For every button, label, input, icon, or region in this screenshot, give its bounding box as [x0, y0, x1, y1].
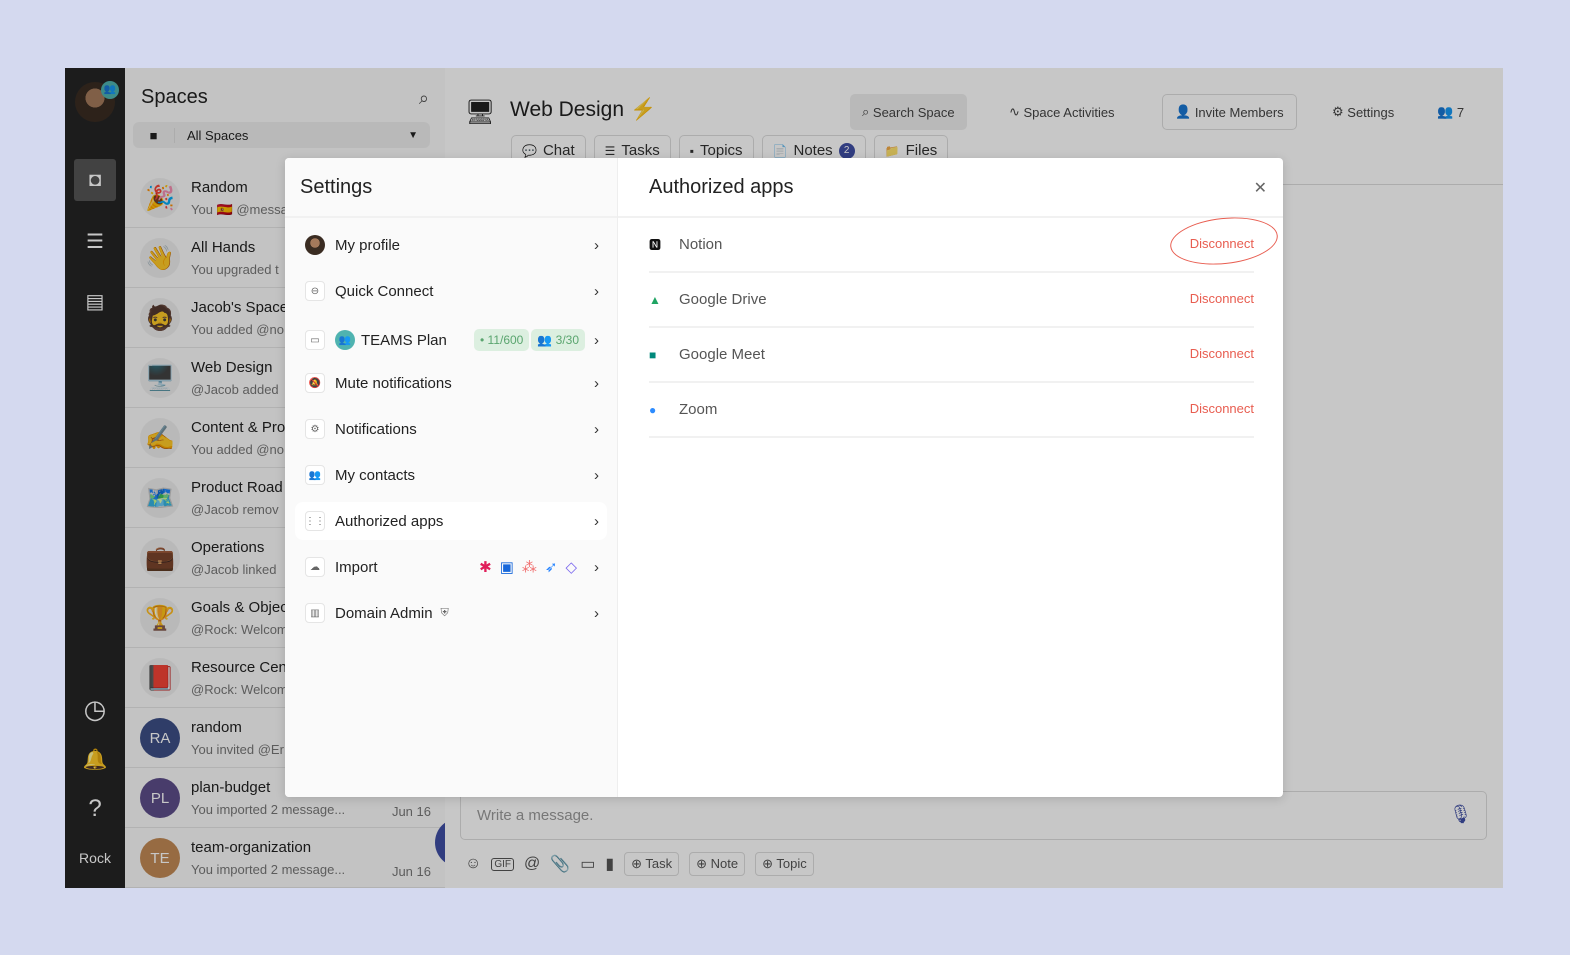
wallet-icon: ▭ — [305, 330, 325, 350]
settings-item-label: Mute notifications — [335, 374, 452, 392]
settings-item-import[interactable]: ☁ Import ✱▣⁂➶◇ › — [295, 548, 607, 586]
chevron-right-icon: › — [594, 374, 599, 392]
google-meet-icon: ■ — [649, 347, 657, 362]
app-window: 👥 ◘ ☰ ▤ ◷ 🔔 ? Rock Spaces ⌕ ■ All Spaces… — [65, 68, 1503, 888]
settings-item-my-contacts[interactable]: 👥 My contacts › — [295, 456, 607, 494]
settings-item-label: Notifications — [335, 420, 417, 438]
settings-modal: Settings My profile › ⊖ Quick Connect › ▭ 👥 TEA… — [285, 158, 1283, 797]
link-icon: ⊖ — [305, 281, 325, 301]
chevron-right-icon: › — [594, 236, 599, 254]
members-pill: 👥 3/30 — [531, 329, 585, 351]
chevron-right-icon: › — [594, 512, 599, 530]
panel-title: Authorized apps — [649, 176, 794, 198]
contacts-icon: 👥 — [305, 465, 325, 485]
settings-title: Settings — [300, 176, 373, 198]
building-icon: ▥ — [305, 603, 325, 623]
settings-item-label: Domain Admin — [335, 604, 433, 622]
chevron-right-icon: › — [594, 604, 599, 622]
authorized-app-row: ▲ Google Drive Disconnect — [649, 273, 1254, 328]
usage-pill: • 11/600 — [474, 329, 530, 351]
disconnect-button[interactable]: Disconnect — [1190, 346, 1254, 361]
app-name: Google Meet — [679, 346, 765, 363]
authorized-app-row: ■ Google Meet Disconnect — [649, 328, 1254, 383]
disconnect-button[interactable]: Disconnect — [1190, 291, 1254, 306]
settings-item-teams-plan[interactable]: ▭ 👥 TEAMS Plan • 11/600 👥 3/30 › — [295, 321, 607, 359]
notion-icon: 🅽 — [649, 238, 662, 252]
gear-icon: ⚙ — [305, 419, 325, 439]
import-sources-icons: ✱▣⁂➶◇ — [479, 559, 585, 576]
mute-bell-icon: 🔕 — [305, 373, 325, 393]
disconnect-button[interactable]: Disconnect — [1190, 401, 1254, 416]
close-icon[interactable]: ✕ — [1254, 178, 1267, 198]
settings-menu: Settings My profile › ⊖ Quick Connect › ▭ 👥 TEA… — [285, 158, 618, 797]
settings-item-label: Authorized apps — [335, 512, 444, 530]
google-drive-icon: ▲ — [649, 292, 661, 307]
settings-item-label: My contacts — [335, 466, 416, 484]
chevron-right-icon: › — [594, 466, 599, 484]
grid-icon: ⋮⋮ — [305, 511, 325, 531]
app-name: Google Drive — [679, 291, 767, 308]
chevron-right-icon: › — [594, 420, 599, 438]
settings-item-label: Import — [335, 558, 378, 576]
settings-item-domain-admin[interactable]: ▥ Domain Admin ⛨ › — [295, 594, 607, 632]
zoom-icon: ● — [649, 402, 657, 417]
app-name: Notion — [679, 236, 723, 253]
shield-icon: ⛨ — [440, 606, 449, 619]
settings-item-label: My profile — [335, 236, 401, 254]
teams-icon: 👥 — [335, 330, 355, 350]
profile-avatar — [305, 235, 325, 255]
cloud-upload-icon: ☁ — [305, 557, 325, 577]
app-name: Zoom — [679, 401, 718, 418]
chevron-right-icon: › — [594, 282, 599, 300]
settings-item-authorized-apps[interactable]: ⋮⋮ Authorized apps › — [295, 502, 607, 540]
settings-item-my-profile[interactable]: My profile › — [295, 226, 607, 264]
settings-item-quick-connect[interactable]: ⊖ Quick Connect › — [295, 272, 607, 310]
authorized-app-row: ● Zoom Disconnect — [649, 383, 1254, 438]
settings-item-notifications[interactable]: ⚙ Notifications › — [295, 410, 607, 448]
chevron-right-icon: › — [594, 331, 599, 349]
authorized-app-row: 🅽 Notion Disconnect — [649, 212, 1281, 273]
annotation-circle — [1167, 212, 1281, 270]
settings-item-label: TEAMS Plan — [361, 331, 447, 349]
authorized-apps-panel: Authorized apps ✕ 🅽 Notion Disconnect ▲ Goog… — [618, 158, 1283, 797]
settings-item-label: Quick Connect — [335, 282, 434, 300]
settings-item-mute-notifications[interactable]: 🔕 Mute notifications › — [295, 364, 607, 402]
chevron-right-icon: › — [594, 558, 599, 576]
